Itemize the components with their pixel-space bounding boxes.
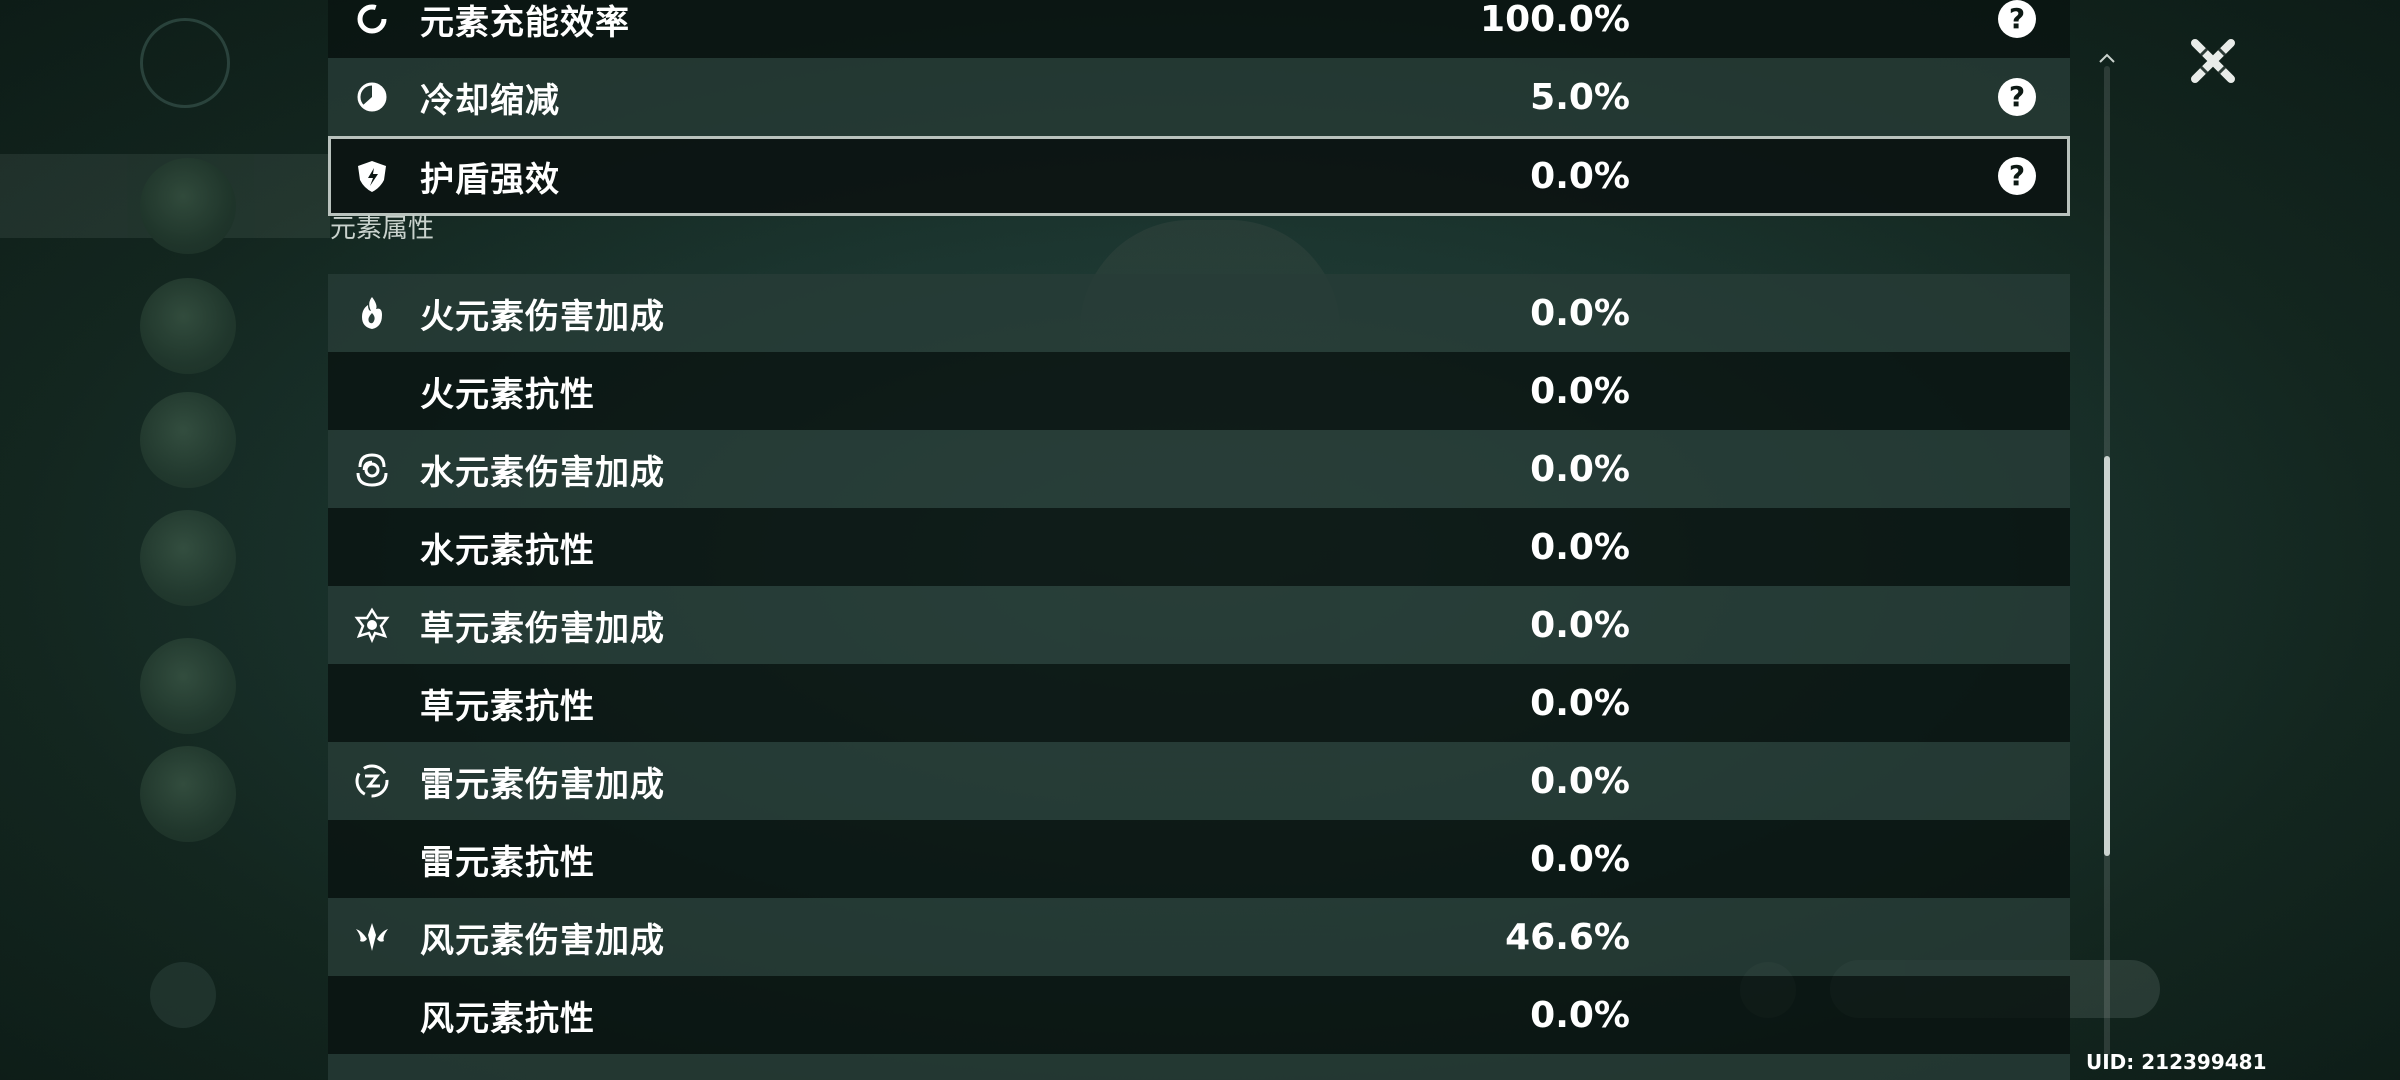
stat-row-hydro-res[interactable]: 水元素抗性 0.0% [328, 508, 2070, 586]
background-emblem [140, 18, 230, 108]
stat-value: 0.0% [1530, 448, 1630, 490]
stat-label: 水元素抗性 [420, 530, 595, 571]
background-sidebar [0, 0, 330, 1080]
stat-value: 0.0% [1530, 604, 1630, 646]
help-icon[interactable]: ? [1998, 78, 2036, 116]
stat-row-pyro-dmg[interactable]: 火元素伤害加成 0.0% [328, 274, 2070, 352]
background-portrait [140, 158, 236, 254]
stat-value: 0.0% [1530, 994, 1630, 1036]
close-icon [2191, 39, 2235, 83]
stat-row-cd-reduction[interactable]: 冷却缩减 5.0% ? [328, 58, 2070, 136]
stat-value: 100.0% [1480, 0, 1630, 40]
background-portrait [140, 510, 236, 606]
scroll-up-arrow[interactable] [2098, 52, 2116, 64]
background-portrait [140, 746, 236, 842]
stat-row-partial [328, 1054, 2070, 1080]
stat-label: 风元素伤害加成 [420, 920, 665, 961]
stat-label: 雷元素伤害加成 [420, 764, 665, 805]
stat-row-dendro-dmg[interactable]: 草元素伤害加成 0.0% [328, 586, 2070, 664]
stat-label: 火元素伤害加成 [420, 296, 665, 337]
stat-value: 0.0% [1530, 370, 1630, 412]
background-portrait [140, 392, 236, 488]
stat-row-energy-recharge[interactable]: 元素充能效率 100.0% ? [328, 0, 2070, 58]
stat-label: 雷元素抗性 [420, 842, 595, 883]
energy-recharge-icon [352, 0, 392, 39]
stat-label: 冷却缩减 [420, 80, 560, 121]
stat-value: 5.0% [1530, 76, 1630, 118]
stat-row-dendro-res[interactable]: 草元素抗性 0.0% [328, 664, 2070, 742]
stat-label: 元素充能效率 [420, 2, 630, 43]
background-menu-button [150, 962, 216, 1028]
shield-icon [352, 156, 392, 196]
stat-label: 护盾强效 [420, 159, 560, 200]
section-title-elemental: 元素属性 [330, 214, 435, 244]
anemo-icon [352, 917, 392, 957]
stat-row-pyro-res[interactable]: 火元素抗性 0.0% [328, 352, 2070, 430]
close-button[interactable] [2182, 30, 2244, 92]
stat-label: 风元素抗性 [420, 998, 595, 1039]
stat-row-electro-dmg[interactable]: 雷元素伤害加成 0.0% [328, 742, 2070, 820]
stat-label: 水元素伤害加成 [420, 452, 665, 493]
help-icon[interactable]: ? [1998, 157, 2036, 195]
stat-value: 46.6% [1505, 916, 1630, 958]
stat-row-electro-res[interactable]: 雷元素抗性 0.0% [328, 820, 2070, 898]
stat-value: 0.0% [1530, 682, 1630, 724]
stat-value: 0.0% [1530, 838, 1630, 880]
cd-reduction-icon [352, 77, 392, 117]
background-portrait [140, 278, 236, 374]
help-icon[interactable]: ? [1998, 0, 2036, 38]
background-portrait [140, 638, 236, 734]
dendro-icon [352, 605, 392, 645]
stat-value: 0.0% [1530, 155, 1630, 197]
stat-label: 草元素伤害加成 [420, 608, 665, 649]
electro-icon [352, 761, 392, 801]
scrollbar-track[interactable] [2104, 66, 2110, 1056]
stat-label: 火元素抗性 [420, 374, 595, 415]
uid-label: UID: 212399481 [2086, 1050, 2267, 1074]
stat-value: 0.0% [1530, 292, 1630, 334]
pyro-icon [352, 293, 392, 333]
stat-row-anemo-dmg[interactable]: 风元素伤害加成 46.6% [328, 898, 2070, 976]
stat-value: 0.0% [1530, 760, 1630, 802]
stat-row-hydro-dmg[interactable]: 水元素伤害加成 0.0% [328, 430, 2070, 508]
scrollbar-thumb[interactable] [2104, 456, 2110, 856]
hydro-icon [352, 449, 392, 489]
stat-value: 0.0% [1530, 526, 1630, 568]
stat-row-anemo-res[interactable]: 风元素抗性 0.0% [328, 976, 2070, 1054]
stat-row-shield-strength[interactable]: 护盾强效 0.0% ? [328, 136, 2070, 216]
stat-label: 草元素抗性 [420, 686, 595, 727]
detailed-stats-panel: 元素充能效率 100.0% ? 冷却缩减 5.0% ? 护盾强效 0.0% ? … [328, 0, 2070, 1080]
